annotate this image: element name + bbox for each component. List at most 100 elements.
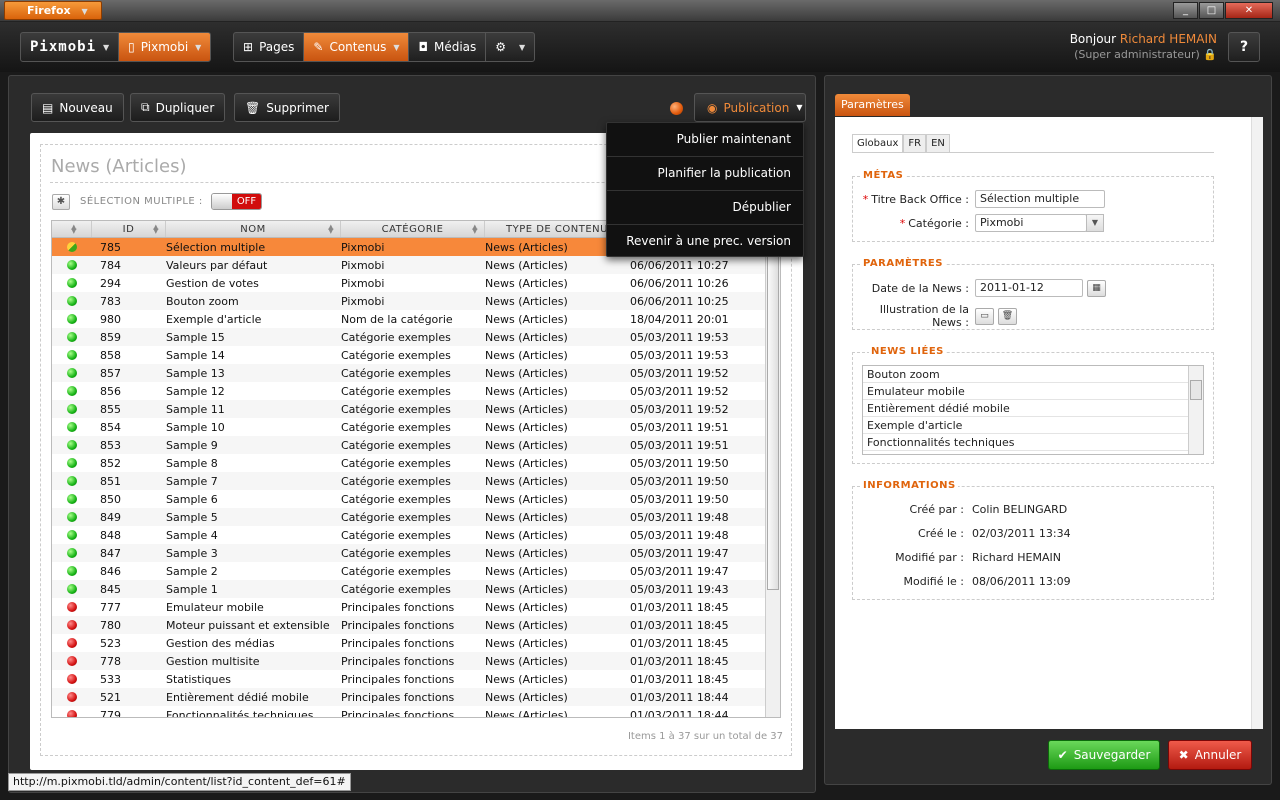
table-row[interactable]: 852 Sample 8 Catégorie exemples News (Artic… xyxy=(52,454,780,472)
col-id[interactable]: ID ▲ ▼ xyxy=(92,221,166,237)
menu-publish-now[interactable]: Publier maintenant xyxy=(607,123,803,157)
page-title: News (Articles) xyxy=(51,156,187,177)
table-row[interactable]: 846 Sample 2 Catégorie exemples News (Artic… xyxy=(52,562,780,580)
cancel-button[interactable]: ✖ Annuler xyxy=(1168,740,1252,770)
close-window-button[interactable]: ✕ xyxy=(1225,2,1273,19)
table-row[interactable]: 848 Sample 4 Catégorie exemples News (Artic… xyxy=(52,526,780,544)
nav-contenus[interactable]: ✎ Contenus ▼ xyxy=(304,33,410,61)
list-item[interactable]: Entièrement dédié mobile xyxy=(863,400,1203,417)
table-row[interactable]: 980 Exemple d'article Nom de la catégorie N… xyxy=(52,310,780,328)
firefox-menu-button[interactable]: Firefox ▼ xyxy=(4,1,102,20)
cell-categorie: Catégorie exemples xyxy=(341,366,451,380)
categorie-value[interactable]: Pixmobi xyxy=(975,214,1087,232)
table-row[interactable]: 521 Entièrement dédié mobile Principales f… xyxy=(52,688,780,706)
tab-fr[interactable]: FR xyxy=(903,134,927,152)
table-row[interactable]: 851 Sample 7 Catégorie exemples News (Artic… xyxy=(52,472,780,490)
list-item[interactable]: Exemple d'article xyxy=(863,417,1203,434)
new-button[interactable]: ▤ Nouveau xyxy=(31,93,124,122)
scrollbar-thumb[interactable] xyxy=(1190,380,1202,400)
delete-button[interactable]: 🗑 Supprimer xyxy=(234,93,340,122)
table-row[interactable]: 294 Gestion de votes Pixmobi News (Articles… xyxy=(52,274,780,292)
table-row[interactable]: 850 Sample 6 Catégorie exemples News (Artic… xyxy=(52,490,780,508)
table-row[interactable]: 857 Sample 13 Catégorie exemples News (Arti… xyxy=(52,364,780,382)
info-value: 02/03/2011 13:34 xyxy=(972,527,1071,540)
maximize-button[interactable]: □ xyxy=(1199,2,1224,19)
table-row[interactable]: 780 Moteur puissant et extensible Principa… xyxy=(52,616,780,634)
table-row[interactable]: 854 Sample 10 Catégorie exemples News (Arti… xyxy=(52,418,780,436)
multi-select-toggle[interactable]: OFF xyxy=(211,193,262,210)
menu-unpublish[interactable]: Dépublier xyxy=(607,191,803,225)
save-button[interactable]: ✔ Sauvegarder xyxy=(1048,740,1160,770)
table-row[interactable]: 783 Bouton zoom Pixmobi News (Articles) 06/0… xyxy=(52,292,780,310)
scrollbar-thumb[interactable] xyxy=(767,250,779,590)
table-row[interactable]: 778 Gestion multisite Principales fonction… xyxy=(52,652,780,670)
cell-categorie: Catégorie exemples xyxy=(341,456,451,470)
lock-icon: 🔒 xyxy=(1203,48,1217,61)
col-nom[interactable]: NOM ▲ ▼ xyxy=(166,221,341,237)
cell-nom: Sample 11 xyxy=(166,402,225,416)
table-row[interactable]: 853 Sample 9 Catégorie exemples News (Artic… xyxy=(52,436,780,454)
calendar-icon[interactable]: ▦ xyxy=(1087,279,1106,297)
main-nav: ⊞ Pages ✎ Contenus ▼ ◘ Médias ⚙ ▼ xyxy=(233,32,536,62)
nav-pages[interactable]: ⊞ Pages xyxy=(234,33,305,61)
legend-metas: MÉTAS xyxy=(861,170,906,181)
table-row[interactable]: 777 Emulateur mobile Principales fonctions… xyxy=(52,598,780,616)
table-row[interactable]: 859 Sample 15 Catégorie exemples News (Arti… xyxy=(52,328,780,346)
publication-button[interactable]: ◉ Publication ▼ xyxy=(694,93,806,122)
minimize-button[interactable]: _ xyxy=(1173,2,1198,19)
list-item[interactable]: Bouton zoom xyxy=(863,366,1203,383)
table-row[interactable]: 858 Sample 14 Catégorie exemples News (Arti… xyxy=(52,346,780,364)
status-cell xyxy=(52,278,92,288)
tab-parametres[interactable]: Paramètres xyxy=(835,94,910,116)
table-row[interactable]: 849 Sample 5 Catégorie exemples News (Artic… xyxy=(52,508,780,526)
tab-en[interactable]: EN xyxy=(926,134,950,152)
cell-categorie: Catégorie exemples xyxy=(341,528,451,542)
publication-status-icon xyxy=(670,102,683,115)
cell-id: 854 xyxy=(100,420,121,434)
date-input[interactable]: 2011-01-12 xyxy=(975,279,1083,297)
user-name[interactable]: Richard HEMAIN xyxy=(1120,32,1217,46)
status-url: http://m.pixmobi.tld/admin/content/list?… xyxy=(8,773,351,791)
nav-medias[interactable]: ◘ Médias xyxy=(409,33,487,61)
cell-date: 05/03/2011 19:50 xyxy=(630,492,729,506)
categorie-select[interactable]: Pixmobi ▼ xyxy=(975,214,1104,232)
site-menu[interactable]: ▯ Pixmobi ▼ xyxy=(119,33,211,61)
duplicate-button[interactable]: ⧉ Dupliquer xyxy=(130,93,226,122)
table-scrollbar[interactable] xyxy=(765,238,780,717)
table-row[interactable]: 533 Statistiques Principales fonctions News… xyxy=(52,670,780,688)
menu-schedule[interactable]: Planifier la publication xyxy=(607,157,803,191)
toggle-state: OFF xyxy=(232,194,261,209)
table-row[interactable]: 523 Gestion des médias Principales fonctio… xyxy=(52,634,780,652)
tab-globaux[interactable]: Globaux xyxy=(852,134,904,152)
related-news-list[interactable]: Bouton zoom Emulateur mobile Entièrement… xyxy=(862,365,1204,455)
menu-revert-version[interactable]: Revenir à une prec. version xyxy=(607,225,803,259)
list-item[interactable]: Emulateur mobile xyxy=(863,383,1203,400)
folder-icon[interactable]: ▭ xyxy=(975,307,994,325)
table-row[interactable]: 855 Sample 11 Catégorie exemples News (Arti… xyxy=(52,400,780,418)
table-row[interactable]: 779 Fonctionnalités techniques Principales… xyxy=(52,706,780,717)
status-cell xyxy=(52,386,92,396)
cell-id: 859 xyxy=(100,330,121,344)
wrench-icon[interactable]: ✱ xyxy=(52,194,70,210)
logo-menu[interactable]: Pixmobi ▼ xyxy=(21,33,120,61)
help-button[interactable]: ? xyxy=(1228,32,1260,62)
mobile-icon: ▯ xyxy=(128,40,135,54)
cell-type: News (Articles) xyxy=(485,438,568,452)
related-news-scrollbar[interactable] xyxy=(1188,366,1203,454)
table-row[interactable]: 845 Sample 1 Catégorie exemples News (Artic… xyxy=(52,580,780,598)
close-icon: ✖ xyxy=(1178,748,1189,762)
chevron-down-icon[interactable]: ▼ xyxy=(1086,214,1104,232)
table-row[interactable]: 856 Sample 12 Catégorie exemples News (Arti… xyxy=(52,382,780,400)
nav-settings[interactable]: ⚙ ▼ xyxy=(486,33,534,61)
cell-id: 850 xyxy=(100,492,121,506)
list-item[interactable]: Fonctionnalités techniques xyxy=(863,434,1203,451)
trash-icon[interactable]: 🗑 xyxy=(998,307,1017,325)
titre-input[interactable]: Sélection multiple xyxy=(975,190,1105,208)
col-categorie[interactable]: CATÉGORIE ▲ ▼ xyxy=(341,221,485,237)
col-status[interactable]: ▲ ▼ xyxy=(52,221,92,237)
table-row[interactable]: 847 Sample 3 Catégorie exemples News (Artic… xyxy=(52,544,780,562)
multi-select-label: SÉLECTION MULTIPLE : xyxy=(80,196,203,207)
cell-nom: Statistiques xyxy=(166,672,231,686)
parameters-scrollbar[interactable] xyxy=(1251,117,1263,729)
status-dot-icon xyxy=(67,638,77,648)
